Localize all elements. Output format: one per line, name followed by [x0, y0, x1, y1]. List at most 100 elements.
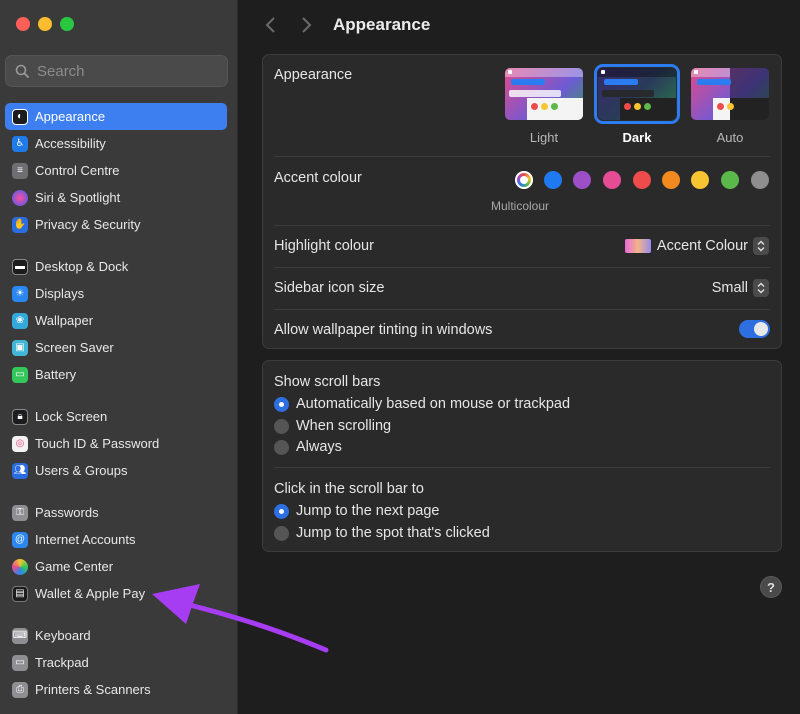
sidebar-item-desktop-dock[interactable]: ▬ Desktop & Dock	[5, 253, 227, 280]
accent-red-swatch[interactable]	[633, 171, 651, 189]
sidebar-item-lock-screen[interactable]: 🔒︎ Lock Screen	[5, 403, 227, 430]
sidebar-item-displays[interactable]: ☀ Displays	[5, 280, 227, 307]
appearance-icon: ◐	[12, 108, 28, 125]
sidebar-item-touch-id[interactable]: ◎ Touch ID & Password	[5, 430, 227, 457]
sidebar-item-label: Privacy & Security	[35, 217, 141, 232]
sidebar-item-label: Lock Screen	[35, 409, 108, 424]
sidebar-item-label: Wallet & Apple Pay	[35, 586, 146, 601]
sidebar-item-siri[interactable]: Siri & Spotlight	[5, 184, 227, 211]
scroll-when-scrolling-radio[interactable]: When scrolling	[274, 418, 391, 434]
accent-blue-swatch[interactable]	[544, 171, 562, 189]
sidebar-item-label: Siri & Spotlight	[35, 190, 121, 205]
show-scroll-bars-label: Show scroll bars	[274, 374, 381, 390]
click-next-page-radio[interactable]: Jump to the next page	[274, 503, 440, 519]
sidebar-item-users-groups[interactable]: 👥︎ Users & Groups	[5, 457, 227, 484]
radio-button[interactable]	[274, 525, 289, 541]
game-center-icon	[12, 558, 28, 575]
siri-icon	[12, 189, 28, 206]
radio-button[interactable]	[274, 503, 289, 519]
accent-purple-swatch[interactable]	[573, 171, 591, 189]
appearance-auto-label: Auto	[716, 130, 744, 145]
sidebar-item-label: Control Centre	[35, 163, 120, 178]
sidebar-item-passwords[interactable]: ⚿ Passwords	[5, 499, 227, 526]
back-chevron-icon[interactable]	[264, 15, 278, 35]
lock-icon: 🔒︎	[12, 408, 28, 425]
sidebar-item-label: Users & Groups	[35, 463, 128, 478]
sun-icon: ☀	[12, 285, 28, 302]
minimize-button[interactable]	[38, 17, 52, 31]
accent-selected-label: Multicolour	[491, 199, 550, 213]
screen-saver-icon: ▣	[12, 339, 28, 356]
highlight-value: Accent Colour	[656, 238, 748, 254]
appearance-dark-option[interactable]	[594, 64, 680, 124]
page-title: Appearance	[333, 15, 431, 34]
scroll-always-radio[interactable]: Always	[274, 439, 342, 455]
radio-button[interactable]	[274, 418, 289, 434]
forward-chevron-icon[interactable]	[299, 15, 313, 35]
radio-label: When scrolling	[296, 418, 392, 434]
help-button[interactable]: ?	[760, 576, 782, 598]
sidebar-item-label: Passwords	[35, 505, 99, 520]
search-input[interactable]	[37, 62, 207, 80]
annotation-arrow-icon	[152, 584, 329, 653]
appearance-light-label: Light	[529, 130, 559, 145]
click-scroll-label: Click in the scroll bar to	[274, 481, 424, 497]
dock-icon: ▬	[12, 258, 28, 275]
sidebar-item-label: Screen Saver	[35, 340, 114, 355]
radio-label: Jump to the spot that's clicked	[296, 525, 490, 541]
battery-icon: ▭	[12, 366, 28, 383]
appearance-auto-option[interactable]	[691, 68, 769, 120]
click-spot-radio[interactable]: Jump to the spot that's clicked	[274, 525, 490, 541]
scroll-auto-radio[interactable]: Automatically based on mouse or trackpad	[274, 396, 570, 412]
printer-icon: ⎙	[12, 681, 28, 698]
sidebar-item-label: Game Center	[35, 559, 114, 574]
sidebar-icon-size-popup[interactable]: Small	[712, 279, 769, 297]
sidebar-item-battery[interactable]: ▭ Battery	[5, 361, 227, 388]
radio-button[interactable]	[274, 396, 289, 412]
toggle-knob	[754, 322, 768, 336]
highlight-colour-popup[interactable]: Accent Colour	[624, 237, 769, 255]
radio-label: Jump to the next page	[296, 503, 440, 519]
divider	[274, 225, 770, 226]
accent-yellow-swatch[interactable]	[691, 171, 709, 189]
search-field[interactable]	[5, 55, 228, 87]
accent-green-swatch[interactable]	[721, 171, 739, 189]
highlight-colour-label: Highlight colour	[274, 238, 374, 254]
accent-pink-swatch[interactable]	[603, 171, 621, 189]
appearance-dark-label: Dark	[622, 130, 652, 145]
wallet-icon: ▤	[12, 585, 28, 602]
divider	[274, 267, 770, 268]
radio-button[interactable]	[274, 439, 289, 455]
sidebar-item-label: Printers & Scanners	[35, 682, 151, 697]
window-controls	[16, 17, 74, 31]
toolbar: Appearance	[239, 0, 800, 50]
close-button[interactable]	[16, 17, 30, 31]
sidebar-item-label: Keyboard	[35, 628, 91, 643]
sidebar-item-control-centre[interactable]: ≡ Control Centre	[5, 157, 227, 184]
sidebar-item-game-center[interactable]: Game Center	[5, 553, 227, 580]
sidebar-item-privacy[interactable]: ✋ Privacy & Security	[5, 211, 227, 238]
divider	[274, 156, 770, 157]
appearance-panel: Appearance Light Dark Auto Accent colour…	[262, 54, 782, 349]
sidebar-item-appearance[interactable]: ◐ Appearance	[5, 103, 227, 130]
accent-orange-swatch[interactable]	[662, 171, 680, 189]
sidebar-item-label: Accessibility	[35, 136, 106, 151]
sidebar-item-internet-accounts[interactable]: @ Internet Accounts	[5, 526, 227, 553]
updown-chevron-icon	[753, 237, 769, 255]
trackpad-icon: ▭	[12, 654, 28, 671]
sidebar-icon-size-label: Sidebar icon size	[274, 280, 385, 296]
sidebar-item-printers[interactable]: ⎙ Printers & Scanners	[5, 676, 227, 703]
accent-graphite-swatch[interactable]	[751, 171, 769, 189]
search-icon	[15, 64, 29, 78]
accent-multicolour-swatch[interactable]	[515, 171, 533, 189]
divider	[274, 467, 770, 468]
appearance-light-option[interactable]	[505, 68, 583, 120]
sidebar-item-wallpaper[interactable]: ❀ Wallpaper	[5, 307, 227, 334]
sidebar-item-accessibility[interactable]: ♿ Accessibility	[5, 130, 227, 157]
wallpaper-tinting-toggle[interactable]	[739, 320, 770, 338]
sidebar-item-screen-saver[interactable]: ▣ Screen Saver	[5, 334, 227, 361]
key-icon: ⚿	[12, 504, 28, 521]
zoom-button[interactable]	[60, 17, 74, 31]
sidebar-item-label: Internet Accounts	[35, 532, 136, 547]
at-icon: @	[12, 531, 28, 548]
